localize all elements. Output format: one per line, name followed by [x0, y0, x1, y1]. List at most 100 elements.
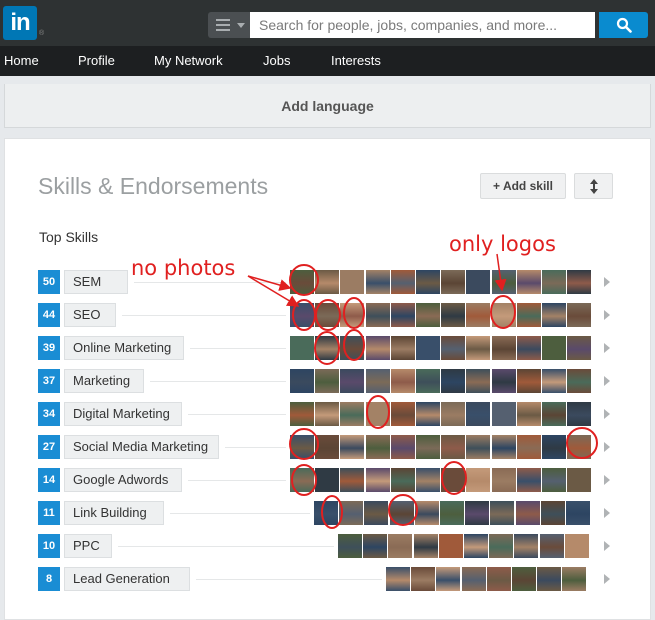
endorser-avatar[interactable]: [489, 534, 514, 558]
endorser-avatar[interactable]: [390, 336, 415, 360]
endorser-avatar[interactable]: [491, 336, 516, 360]
endorser-avatar[interactable]: [290, 336, 314, 360]
chevron-right-icon[interactable]: [604, 310, 610, 320]
endorser-avatar[interactable]: [512, 567, 536, 591]
endorser-avatar[interactable]: [290, 435, 314, 459]
endorser-avatar[interactable]: [542, 369, 566, 393]
add-skill-button[interactable]: + Add skill: [480, 173, 566, 199]
endorser-avatar[interactable]: [390, 402, 415, 426]
chevron-right-icon[interactable]: [604, 343, 610, 353]
endorser-avatar[interactable]: [567, 336, 592, 360]
endorser-avatar[interactable]: [388, 534, 413, 558]
endorser-avatar[interactable]: [365, 402, 390, 426]
endorser-avatar[interactable]: [416, 303, 440, 327]
endorsement-count-badge[interactable]: 11: [38, 501, 60, 525]
endorser-avatar[interactable]: [491, 402, 516, 426]
endorser-avatar[interactable]: [365, 303, 390, 327]
endorser-avatar[interactable]: [365, 369, 390, 393]
endorser-avatar[interactable]: [537, 567, 562, 591]
endorser-avatar[interactable]: [363, 534, 388, 558]
skill-row[interactable]: 11 Link Building: [38, 501, 618, 525]
endorsement-count-badge[interactable]: 50: [38, 270, 60, 294]
endorser-avatar[interactable]: [440, 501, 464, 525]
endorser-avatar[interactable]: [390, 369, 415, 393]
endorser-avatar[interactable]: [390, 270, 415, 294]
endorser-avatar[interactable]: [516, 336, 541, 360]
endorser-avatar[interactable]: [365, 270, 390, 294]
endorsement-count-badge[interactable]: 14: [38, 468, 60, 492]
endorser-avatar[interactable]: [441, 402, 466, 426]
endorser-avatar[interactable]: [567, 468, 592, 492]
endorsement-count-badge[interactable]: 27: [38, 435, 60, 459]
endorser-avatar[interactable]: [466, 336, 491, 360]
endorser-avatar[interactable]: [390, 468, 415, 492]
endorser-avatar[interactable]: [416, 336, 440, 360]
search-input[interactable]: [250, 12, 595, 38]
endorser-avatar[interactable]: [516, 270, 541, 294]
endorser-avatar[interactable]: [436, 567, 461, 591]
endorser-avatar[interactable]: [290, 303, 314, 327]
endorser-avatar[interactable]: [389, 501, 414, 525]
endorser-avatar[interactable]: [562, 567, 587, 591]
endorser-avatar[interactable]: [486, 567, 511, 591]
skill-name-pill[interactable]: Marketing: [64, 369, 144, 393]
endorsement-count-badge[interactable]: 10: [38, 534, 60, 558]
endorser-avatar[interactable]: [566, 501, 590, 525]
endorser-avatar[interactable]: [491, 270, 516, 294]
endorser-avatar[interactable]: [441, 435, 466, 459]
endorser-avatar[interactable]: [464, 534, 488, 558]
endorser-avatar[interactable]: [516, 435, 541, 459]
endorser-avatar[interactable]: [290, 369, 314, 393]
endorser-avatar[interactable]: [416, 435, 440, 459]
endorser-avatar[interactable]: [567, 369, 592, 393]
endorser-avatar[interactable]: [466, 402, 491, 426]
endorser-avatar[interactable]: [542, 336, 566, 360]
endorser-avatar[interactable]: [314, 501, 338, 525]
nav-jobs[interactable]: Jobs: [263, 46, 290, 76]
skill-name-pill[interactable]: Lead Generation: [64, 567, 190, 591]
chevron-right-icon[interactable]: [604, 376, 610, 386]
nav-profile[interactable]: Profile: [78, 46, 115, 76]
endorser-avatar[interactable]: [340, 468, 365, 492]
nav-home[interactable]: Home: [4, 46, 39, 76]
endorser-avatar[interactable]: [466, 270, 491, 294]
endorser-avatar[interactable]: [413, 534, 438, 558]
endorser-avatar[interactable]: [514, 534, 539, 558]
search-button[interactable]: [599, 12, 648, 38]
endorser-avatar[interactable]: [340, 435, 365, 459]
endorser-avatar[interactable]: [540, 501, 565, 525]
endorser-avatar[interactable]: [365, 468, 390, 492]
endorser-avatar[interactable]: [465, 501, 490, 525]
endorser-avatar[interactable]: [390, 435, 415, 459]
endorsement-count-badge[interactable]: 8: [38, 567, 60, 591]
endorser-avatar[interactable]: [542, 270, 566, 294]
endorser-avatar[interactable]: [466, 303, 491, 327]
nav-interests[interactable]: Interests: [331, 46, 381, 76]
endorser-avatar[interactable]: [516, 303, 541, 327]
endorsement-count-badge[interactable]: 39: [38, 336, 60, 360]
endorser-avatar[interactable]: [438, 534, 463, 558]
nav-my-network[interactable]: My Network: [154, 46, 223, 76]
endorser-avatar[interactable]: [339, 501, 364, 525]
endorser-avatar[interactable]: [315, 435, 340, 459]
skill-name-pill[interactable]: Link Building: [64, 501, 164, 525]
endorser-avatar[interactable]: [340, 270, 365, 294]
endorser-avatar[interactable]: [386, 567, 410, 591]
endorser-avatar[interactable]: [290, 402, 314, 426]
endorser-avatar[interactable]: [416, 369, 440, 393]
endorser-avatar[interactable]: [315, 303, 340, 327]
skill-row[interactable]: 27 Social Media Marketing: [38, 435, 618, 459]
endorser-avatar[interactable]: [542, 468, 566, 492]
endorser-avatar[interactable]: [466, 369, 491, 393]
skill-name-pill[interactable]: Social Media Marketing: [64, 435, 219, 459]
endorser-avatar[interactable]: [315, 270, 340, 294]
chevron-right-icon[interactable]: [604, 442, 610, 452]
endorser-avatar[interactable]: [338, 534, 362, 558]
endorser-avatar[interactable]: [340, 303, 365, 327]
endorser-avatar[interactable]: [542, 435, 566, 459]
endorser-avatar[interactable]: [290, 270, 314, 294]
chevron-right-icon[interactable]: [604, 475, 610, 485]
endorser-avatar[interactable]: [567, 402, 592, 426]
endorsement-count-badge[interactable]: 37: [38, 369, 60, 393]
chevron-right-icon[interactable]: [604, 508, 610, 518]
